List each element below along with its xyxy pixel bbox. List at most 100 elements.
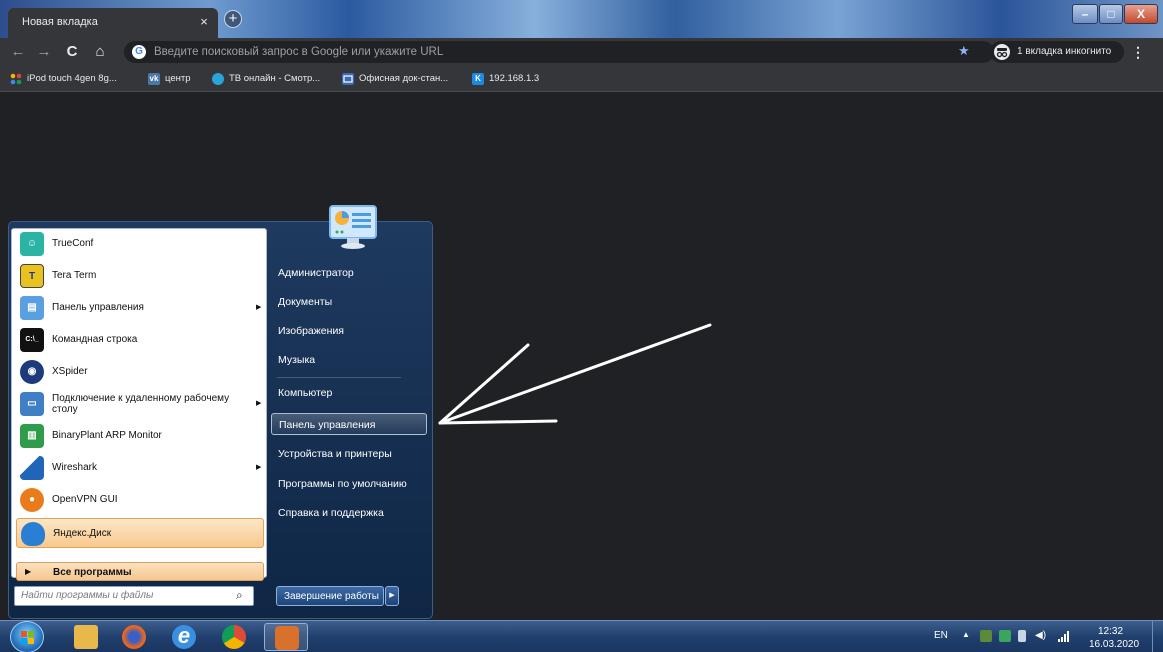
all-programs-label: Все программы [53, 567, 132, 578]
taskbar-explorer[interactable] [64, 623, 108, 651]
taskbar-internet-explorer[interactable]: e [162, 623, 206, 651]
program-tera-term[interactable]: T Tera Term [16, 261, 264, 291]
program-openvpn[interactable]: ● OpenVPN GUI [16, 485, 264, 515]
program-arp-monitor[interactable]: ▥ BinaryPlant ARP Monitor [16, 421, 264, 451]
program-xspider[interactable]: ◉ XSpider [16, 357, 264, 387]
taskbar: e EN ▲ ◀) 12:32 16.03.2020 [0, 620, 1163, 652]
submenu-arrow-icon: ▶ [256, 304, 262, 311]
cmd-icon: C:\_ [20, 328, 44, 352]
program-cmd[interactable]: C:\_ Командная строка [16, 325, 264, 355]
shutdown-button[interactable]: Завершение работы [276, 586, 384, 606]
taskbar-firefox[interactable] [112, 623, 156, 651]
start-search-box[interactable]: Найти программы и файлы ⌕ [14, 586, 254, 606]
program-wireshark[interactable]: Wireshark ▶ [16, 453, 264, 483]
minimize-button[interactable]: – [1072, 4, 1098, 24]
signal-icon[interactable] [1058, 630, 1070, 642]
language-indicator[interactable]: EN [934, 630, 948, 641]
menu-dots-icon[interactable]: ⋮ [1131, 42, 1145, 62]
program-label: Панель управления [52, 302, 144, 313]
tab-title: Новая вкладка [22, 16, 98, 28]
hand-drawn-arrow-annotation [438, 323, 712, 425]
incognito-label: 1 вкладка инкогнито [1017, 46, 1112, 57]
shutdown-options-button[interactable]: ▶ [385, 586, 399, 606]
tab-new-tab[interactable]: Новая вкладка × [8, 8, 218, 38]
tab-close-icon[interactable]: × [196, 14, 212, 30]
submenu-arrow-icon: ▶ [256, 400, 262, 407]
back-arrow-icon[interactable]: ← [8, 42, 28, 62]
reload-icon[interactable]: C [62, 42, 82, 62]
forward-arrow-icon[interactable]: → [34, 42, 54, 62]
bookmark-ipod[interactable]: iPod touch 4gen 8g... [10, 72, 140, 88]
bookmark-label: центр [165, 73, 191, 84]
program-yandex-disk[interactable]: Яндекс.Диск [16, 518, 264, 548]
battery-icon[interactable] [1018, 630, 1026, 642]
program-label: BinaryPlant ARP Monitor [52, 430, 162, 441]
internet-explorer-icon: e [172, 625, 196, 649]
vk-icon: vk [148, 73, 160, 85]
control-panel-icon: ▤ [20, 296, 44, 320]
new-tab-button[interactable]: + [224, 10, 242, 28]
bookmark-label: iPod touch 4gen 8g... [27, 73, 117, 84]
link-administrator[interactable]: Администратор [271, 262, 427, 284]
link-help-support[interactable]: Справка и поддержка [271, 502, 427, 524]
program-control-panel[interactable]: ▤ Панель управления ▶ [16, 293, 264, 323]
all-programs-button[interactable]: ▶ Все программы [16, 562, 264, 581]
clock-date[interactable]: 16.03.2020 [1089, 639, 1139, 650]
link-devices-printers[interactable]: Устройства и принтеры [271, 443, 427, 465]
network-tray-icon[interactable] [980, 630, 992, 642]
link-computer[interactable]: Компьютер [271, 382, 427, 404]
program-label: Tera Term [52, 270, 97, 281]
link-label: Справка и поддержка [278, 507, 384, 519]
omnibox[interactable]: G Введите поисковый запрос в Google или … [124, 41, 994, 63]
bookmark-router[interactable]: K 192.168.1.3 [472, 72, 562, 88]
remote-desktop-icon: ▭ [20, 392, 44, 416]
program-label: XSpider [52, 366, 88, 377]
bookmark-label: Офисная док-стан... [359, 73, 449, 84]
program-trueconf[interactable]: ☺ TrueConf [16, 229, 264, 259]
arp-monitor-icon: ▥ [20, 424, 44, 448]
multicolor-dots-icon [10, 73, 22, 85]
bookmark-office-dock[interactable]: Офисная док-стан... [342, 72, 466, 88]
bookmark-star-icon[interactable]: ★ [958, 43, 970, 59]
start-menu-programs-panel: ☺ TrueConf T Tera Term ▤ Панель управлен… [11, 228, 267, 581]
openvpn-icon: ● [20, 488, 44, 512]
taskbar-active-app[interactable] [264, 623, 308, 651]
bookmark-label: ТВ онлайн - Смотр... [229, 73, 321, 84]
link-label: Панель управления [279, 419, 376, 431]
program-remote-desktop[interactable]: ▭ Подключение к удаленному рабочему стол… [16, 389, 264, 419]
link-control-panel[interactable]: Панель управления [271, 413, 427, 435]
tv-globe-icon [212, 73, 224, 85]
office-icon [342, 73, 354, 85]
chrome-icon [222, 625, 246, 649]
search-icon[interactable]: ⌕ [236, 588, 243, 603]
app-tray-icon[interactable] [999, 630, 1011, 642]
menu-divider [277, 377, 401, 378]
browser-titlebar: Новая вкладка × + – □ X [0, 0, 1163, 38]
incognito-badge[interactable]: 1 вкладка инкогнито [990, 41, 1124, 63]
app-icon [275, 626, 299, 650]
trueconf-icon: ☺ [20, 232, 44, 256]
windows-start-button[interactable] [10, 621, 44, 652]
bookmark-tv-online[interactable]: ТВ онлайн - Смотр... [212, 72, 334, 88]
clock-time[interactable]: 12:32 [1098, 626, 1123, 637]
windows-logo-icon [21, 631, 34, 644]
link-default-programs[interactable]: Программы по умолчанию [271, 473, 427, 495]
link-images[interactable]: Изображения [271, 320, 427, 342]
link-documents[interactable]: Документы [271, 291, 427, 313]
volume-icon[interactable]: ◀) [1035, 630, 1047, 642]
xspider-icon: ◉ [20, 360, 44, 384]
close-window-button[interactable]: X [1124, 4, 1158, 24]
link-music[interactable]: Музыка [271, 349, 427, 371]
taskbar-chrome[interactable] [212, 623, 256, 651]
browser-toolbar: ← → C ⌂ G Введите поисковый запрос в Goo… [0, 38, 1163, 66]
bookmarks-bar: iPod touch 4gen 8g... vk центр ТВ онлайн… [0, 66, 1163, 92]
wireshark-icon [20, 456, 44, 480]
maximize-button[interactable]: □ [1099, 4, 1123, 24]
tray-expand-icon[interactable]: ▲ [962, 630, 970, 639]
omnibox-placeholder[interactable]: Введите поисковый запрос в Google или ук… [154, 46, 443, 58]
show-desktop-button[interactable] [1152, 621, 1163, 652]
link-label: Компьютер [278, 387, 333, 399]
search-input[interactable]: Найти программы и файлы [21, 590, 221, 601]
bookmark-center[interactable]: vk центр [148, 72, 208, 88]
home-icon[interactable]: ⌂ [90, 42, 110, 62]
